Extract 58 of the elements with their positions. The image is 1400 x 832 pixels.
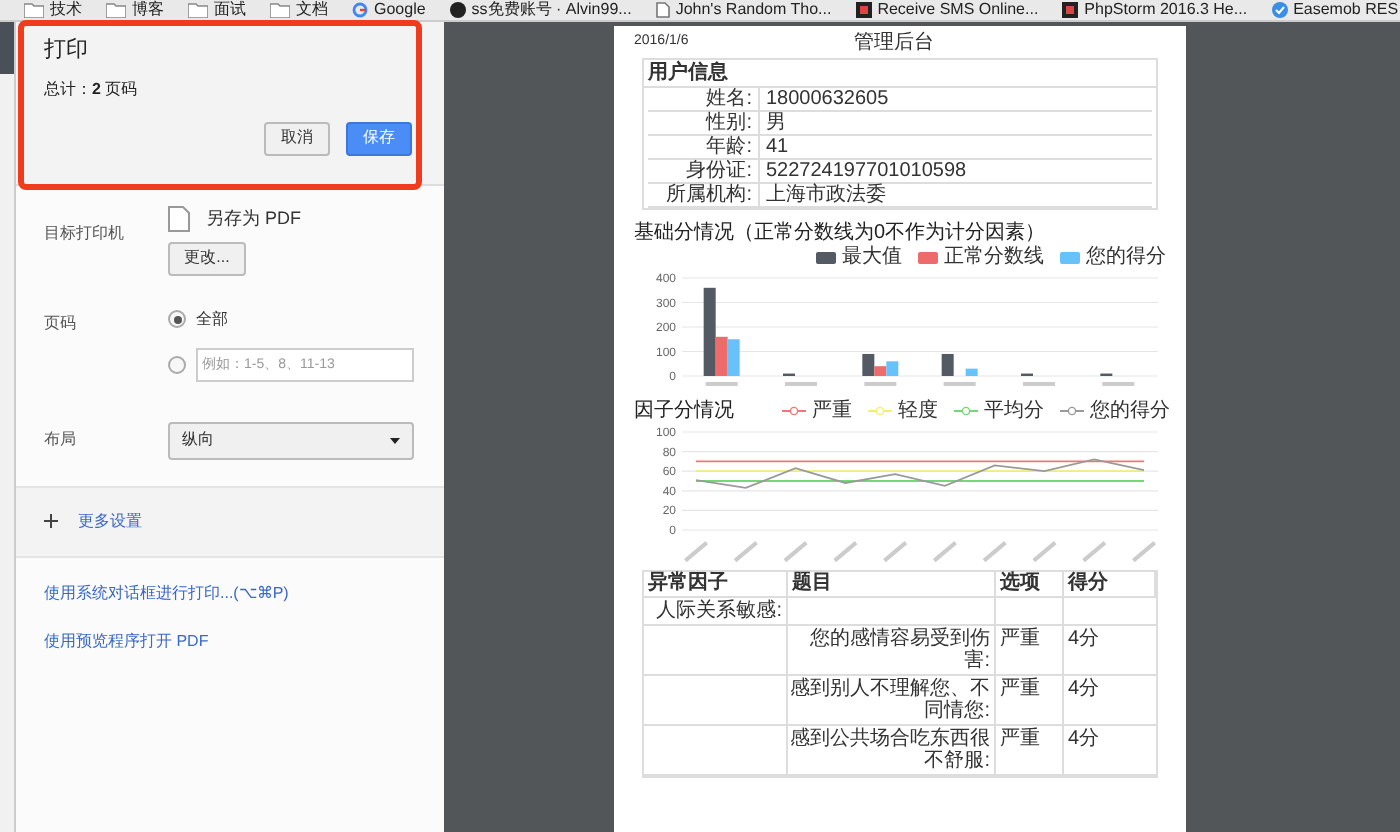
bookmark-item[interactable]: ss免费账号 · Alvin99... — [449, 0, 632, 20]
table-cell: 522724197701010598 — [766, 159, 967, 183]
change-button[interactable]: 更改... — [168, 241, 246, 275]
chart-title: 因子分情况 — [634, 400, 734, 422]
radio-label: 全部 — [196, 307, 228, 331]
chart-title: 基础分情况（正常分数线为0不作为计分因素） — [634, 222, 1048, 244]
legend-label: 严重 — [812, 400, 852, 422]
legend-label: 您的得分 — [1090, 400, 1170, 422]
table-cell: 您的感情容易受到伤害: — [810, 628, 990, 672]
legend-label: 平均分 — [984, 400, 1044, 422]
table-cell: 人际关系敏感: — [656, 600, 782, 622]
table-cell: 4分 — [1068, 628, 1100, 650]
bookmark-item[interactable]: 面试 — [188, 0, 246, 20]
dialog-link[interactable]: 使用预览程序打开 PDF — [44, 629, 416, 653]
table-cell: 异常因子 — [648, 572, 728, 594]
table-cell: 得分 — [1068, 572, 1108, 594]
table-cell: 身份证: — [686, 160, 752, 182]
table-cell: 41 — [766, 135, 789, 159]
field-label: 页码 — [44, 311, 78, 335]
bookmark-item[interactable]: 博客 — [106, 0, 164, 20]
table-cell: 年龄: — [706, 136, 752, 158]
bookmark-item[interactable]: PhpStorm 2016.3 He... — [1062, 0, 1248, 20]
bookmark-item[interactable]: John's Random Tho... — [655, 0, 832, 20]
table-cell: 感到公共场合吃东西很不舒服: — [790, 728, 990, 772]
table-cell: 所属机构: — [666, 184, 752, 206]
destination-name: 另存为 PDF — [206, 206, 302, 232]
bookmark-item[interactable]: 文档 — [270, 0, 328, 20]
table-cell: 选项 — [1000, 572, 1040, 594]
table-cell: 题目 — [792, 572, 832, 594]
legend-label: 最大值 — [842, 246, 902, 268]
field-label: 目标打印机 — [44, 222, 126, 246]
table-title: 用户信息 — [644, 60, 1156, 88]
bookmark-item[interactable]: Google — [352, 0, 426, 20]
bookmark-item[interactable]: Easemob RES — [1271, 0, 1399, 20]
bookmark-item[interactable]: 技术 — [24, 0, 82, 20]
dialog-title: 打印 — [44, 36, 90, 66]
page-header: 管理后台 — [854, 32, 934, 54]
table-cell: 上海市政法委 — [766, 183, 886, 207]
table-cell: 性别: — [706, 112, 752, 134]
table-cell: 男 — [766, 111, 786, 135]
legend-label: 轻度 — [898, 400, 938, 422]
table-cell: 严重 — [1000, 728, 1040, 750]
table-cell: 姓名: — [706, 88, 752, 110]
table-cell: 4分 — [1068, 678, 1100, 700]
page-count: 总计：2 页码 — [44, 77, 140, 101]
dialog-link[interactable]: 使用系统对话框进行打印...(⌥⌘P) — [44, 581, 416, 605]
table-cell: 感到别人不理解您、不同情您: — [790, 678, 990, 722]
layout-select[interactable]: 纵向 — [168, 421, 414, 459]
legend-label: 正常分数线 — [944, 246, 1044, 268]
table-cell: 18000632605 — [766, 87, 889, 111]
cancel-button[interactable]: 取消 — [264, 121, 330, 155]
table-cell: 4分 — [1068, 728, 1100, 750]
more-settings-link[interactable]: 更多设置 — [78, 509, 142, 533]
table-cell: 严重 — [1000, 678, 1040, 700]
table-cell: 严重 — [1000, 628, 1040, 650]
field-label: 布局 — [44, 428, 78, 452]
bookmark-item[interactable]: Receive SMS Online... — [855, 0, 1039, 20]
legend-label: 您的得分 — [1086, 246, 1166, 268]
